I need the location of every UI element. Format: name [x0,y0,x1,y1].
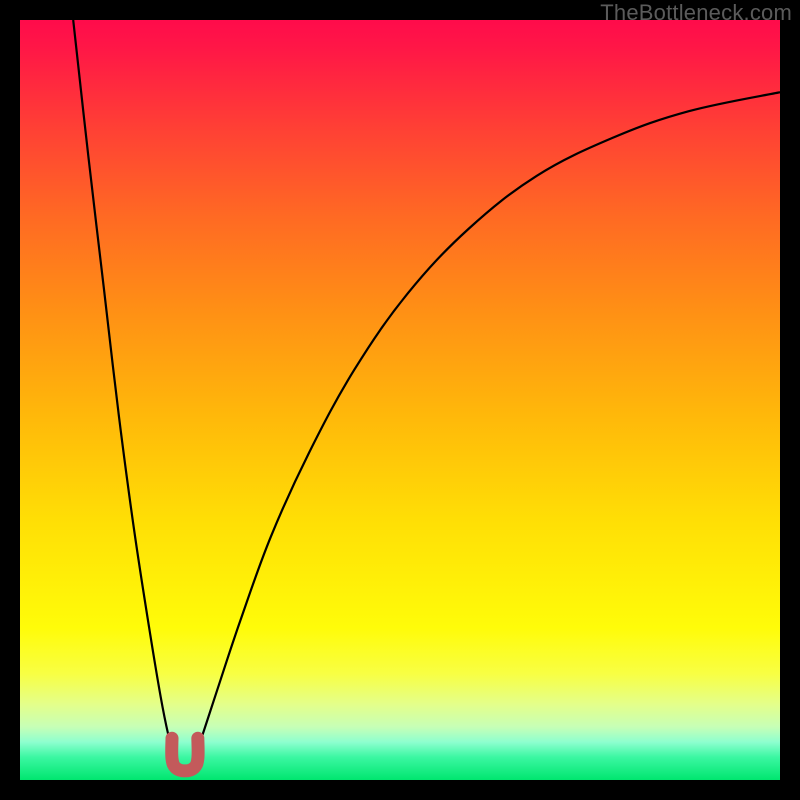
curve-right [196,92,780,753]
chart-frame [20,20,780,780]
curves-svg [20,20,780,780]
watermark-text: TheBottleneck.com [600,0,792,26]
curve-left [73,20,173,753]
marker-u-shape [172,738,198,771]
